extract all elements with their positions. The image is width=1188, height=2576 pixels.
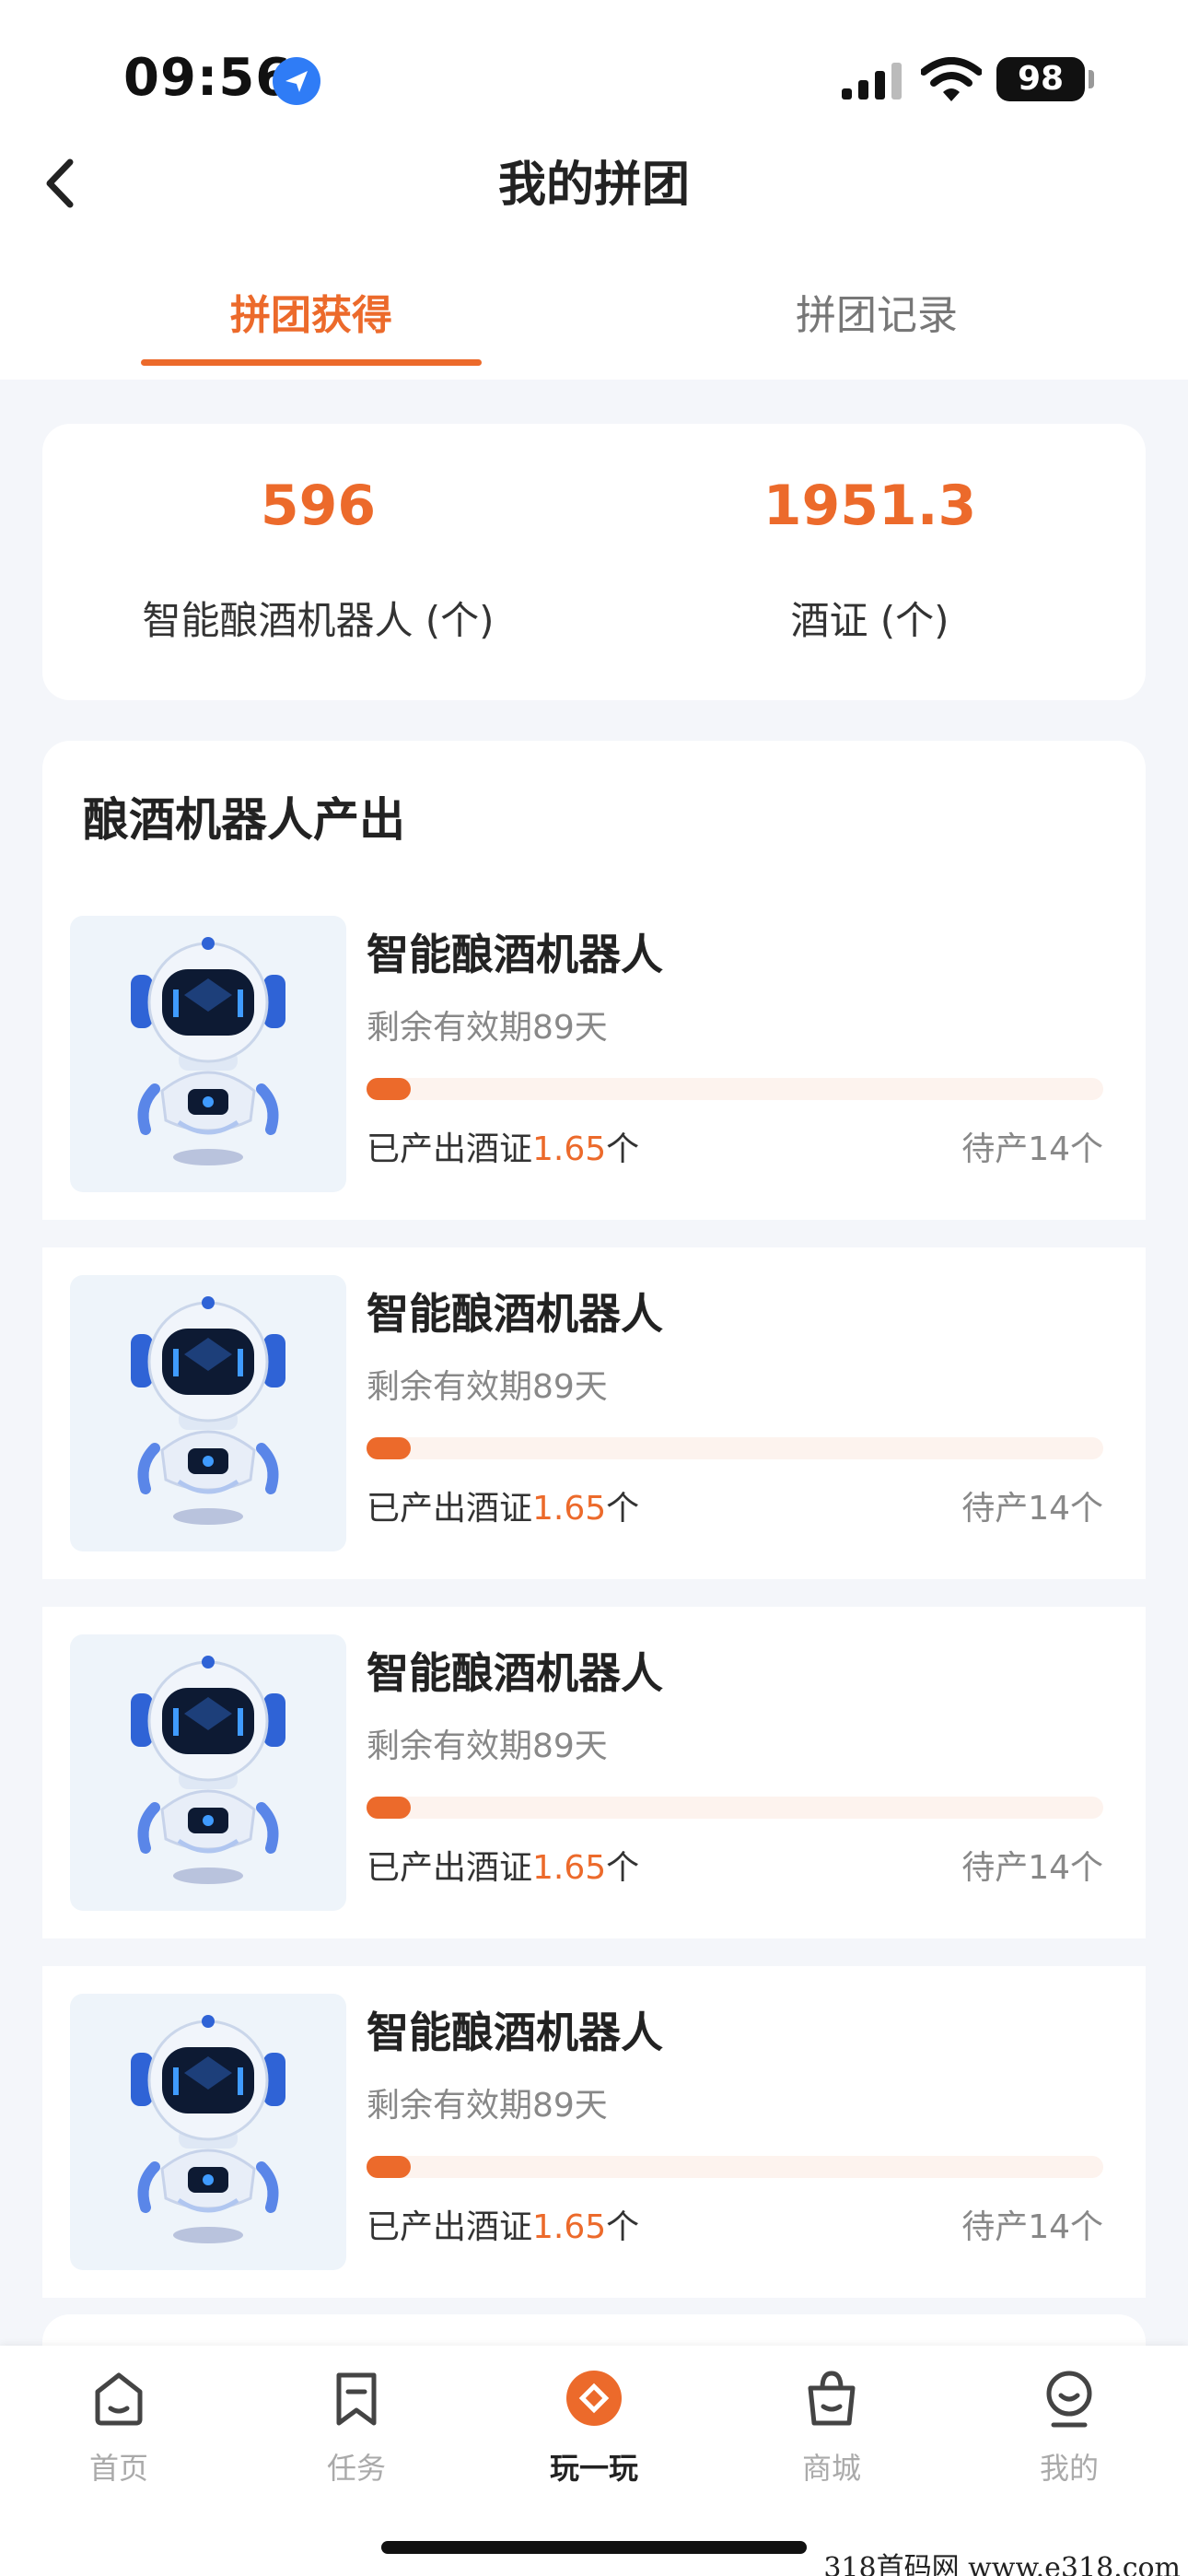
produced-value: 1.65 <box>532 1849 607 1887</box>
certificate-count-label: 酒证 (个) <box>790 598 949 643</box>
produced-certificates: 已产出酒证1.65个 <box>367 1841 639 1889</box>
production-progress-bar <box>367 1078 1103 1100</box>
produced-unit: 个 <box>606 1130 640 1168</box>
active-tab-indicator <box>141 359 482 366</box>
production-progress-bar <box>367 1797 1103 1819</box>
production-progress-bar <box>367 1437 1103 1459</box>
tab-group-earnings[interactable]: 拼团获得 <box>35 282 588 341</box>
tab-mall-label: 商城 <box>801 2451 861 2486</box>
robot-card[interactable]: 智能酿酒机器人 剩余有效期89天 已产出酒证1.65个 待产14个 <box>42 1607 1146 1938</box>
robot-output-section: 酿酒机器人产出 <box>42 741 1146 888</box>
robot-thumbnail <box>70 916 346 1192</box>
tab-home[interactable]: 首页 <box>0 2368 238 2506</box>
header-area: 09:56 98 我的拼团 拼团获得 拼团记录 <box>0 0 1188 380</box>
pending-certificates: 待产14个 <box>961 1849 1103 1887</box>
validity-text: 剩余有效期89天 <box>367 1368 608 1406</box>
robot-card[interactable]: 智能酿酒机器人 剩余有效期89天 已产出酒证1.65个 待产14个 <box>42 1247 1146 1579</box>
pending-certificates: 待产14个 <box>961 2208 1103 2246</box>
robot-thumbnail <box>70 1634 346 1911</box>
status-time: 09:56 <box>123 48 293 108</box>
produced-unit: 个 <box>606 1849 640 1887</box>
page-title: 我的拼团 <box>497 158 690 213</box>
produced-unit: 个 <box>606 2208 640 2246</box>
section-title: 酿酒机器人产出 <box>83 793 405 847</box>
robot-thumbnail <box>70 1275 346 1551</box>
produced-value: 1.65 <box>532 2208 607 2246</box>
produced-prefix: 已产出酒证 <box>367 1849 533 1887</box>
shopping-bag-icon <box>808 2371 856 2426</box>
profile-icon <box>1046 2371 1092 2428</box>
produced-value: 1.65 <box>532 1490 607 1528</box>
tab-home-label: 首页 <box>88 2451 148 2486</box>
robot-thumbnail <box>70 1994 346 2270</box>
robot-name: 智能酿酒机器人 <box>367 2008 663 2057</box>
tab-mine[interactable]: 我的 <box>950 2368 1188 2506</box>
pending-certificates: 待产14个 <box>961 1490 1103 1528</box>
wifi-icon <box>921 57 982 101</box>
validity-text: 剩余有效期89天 <box>367 2087 608 2125</box>
pending-certificates: 待产14个 <box>961 1130 1103 1168</box>
play-icon <box>566 2371 622 2426</box>
production-progress-fill <box>367 1078 411 1100</box>
tab-tasks-label: 任务 <box>326 2451 386 2486</box>
tab-group-records[interactable]: 拼团记录 <box>600 282 1153 341</box>
battery-tip <box>1089 70 1094 88</box>
home-icon <box>95 2372 143 2426</box>
cellular-signal-icon <box>842 63 902 100</box>
tab-tasks[interactable]: 任务 <box>238 2368 475 2506</box>
robot-card[interactable]: 智能酿酒机器人 剩余有效期89天 已产出酒证1.65个 待产14个 <box>42 1966 1146 2298</box>
tab-play-label: 玩一玩 <box>549 2451 638 2486</box>
production-progress-fill <box>367 2156 411 2178</box>
produced-certificates: 已产出酒证1.65个 <box>367 1122 639 1170</box>
robot-name: 智能酿酒机器人 <box>367 930 663 979</box>
produced-prefix: 已产出酒证 <box>367 1490 533 1528</box>
produced-certificates: 已产出酒证1.65个 <box>367 2200 639 2248</box>
watermark: 318首码网 www.e318.com <box>823 2545 1181 2576</box>
certificate-count-value: 1951.3 <box>763 474 977 538</box>
tab-mall[interactable]: 商城 <box>713 2368 950 2506</box>
robot-count-label: 智能酿酒机器人 (个) <box>142 598 495 643</box>
summary-card: 596 智能酿酒机器人 (个) 1951.3 酒证 (个) <box>42 424 1146 700</box>
home-indicator <box>381 2541 807 2554</box>
validity-text: 剩余有效期89天 <box>367 1009 608 1047</box>
production-progress-fill <box>367 1797 411 1819</box>
produced-certificates: 已产出酒证1.65个 <box>367 1481 639 1529</box>
produced-prefix: 已产出酒证 <box>367 1130 533 1168</box>
robot-name: 智能酿酒机器人 <box>367 1289 663 1339</box>
tab-mine-label: 我的 <box>1039 2451 1099 2486</box>
tab-play[interactable]: 玩一玩 <box>475 2368 713 2506</box>
robot-card[interactable]: 智能酿酒机器人 剩余有效期89天 已产出酒证1.65个 待产14个 <box>42 888 1146 1220</box>
validity-text: 剩余有效期89天 <box>367 1727 608 1765</box>
bookmark-icon <box>336 2372 377 2426</box>
production-progress-fill <box>367 1437 411 1459</box>
produced-unit: 个 <box>606 1490 640 1528</box>
robot-count-value: 596 <box>260 474 377 538</box>
production-progress-bar <box>367 2156 1103 2178</box>
produced-value: 1.65 <box>532 1130 607 1168</box>
battery-indicator: 98 <box>996 57 1085 101</box>
robot-name: 智能酿酒机器人 <box>367 1648 663 1698</box>
location-arrow-icon <box>273 57 320 105</box>
produced-prefix: 已产出酒证 <box>367 2208 533 2246</box>
